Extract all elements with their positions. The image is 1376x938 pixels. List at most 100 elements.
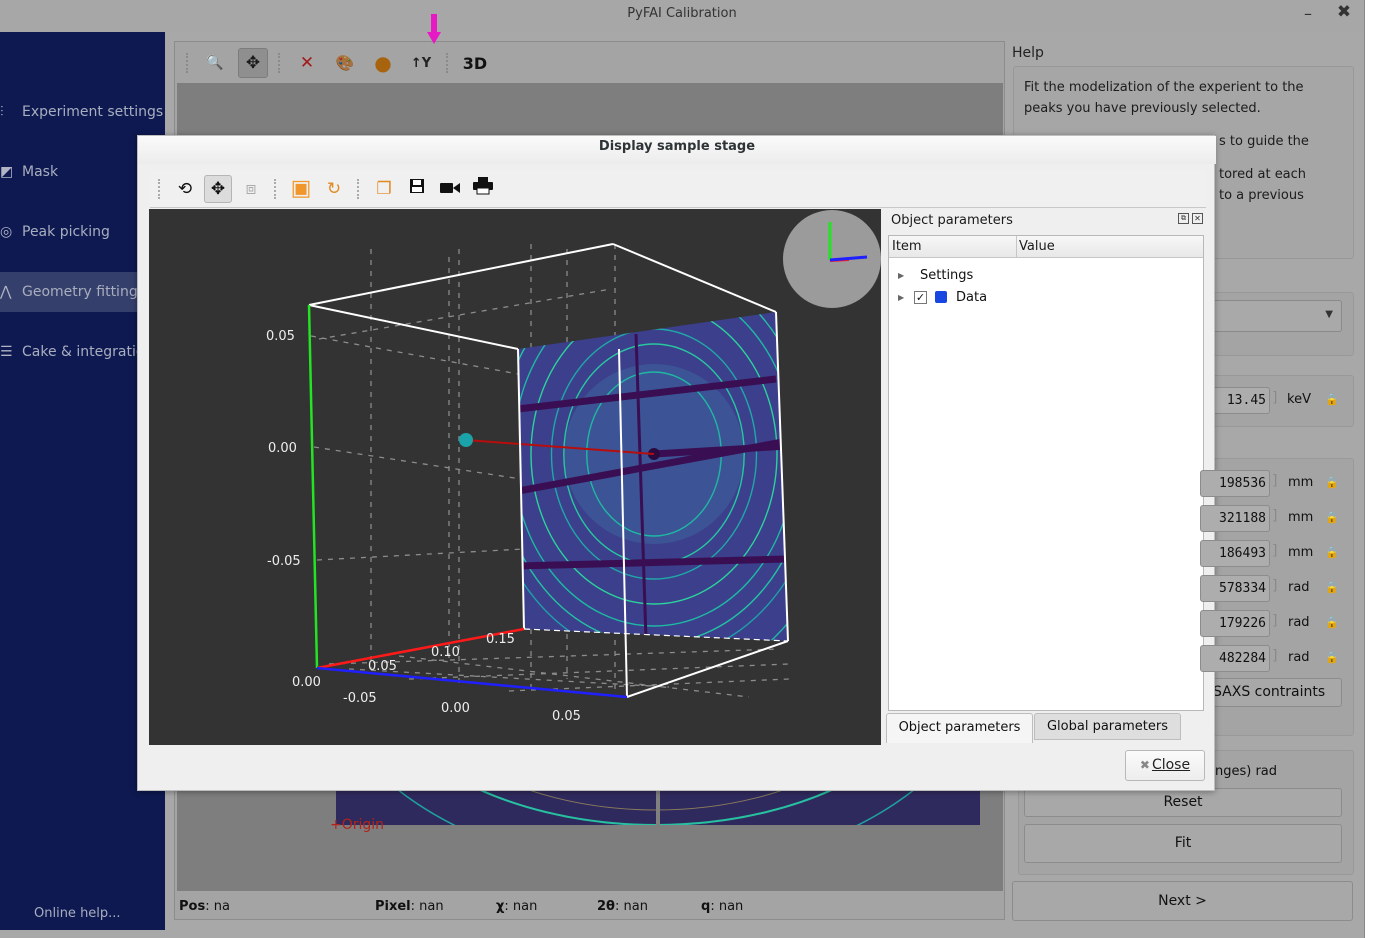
save-button[interactable] bbox=[403, 175, 431, 203]
tree-row-settings[interactable]: ▶ Settings bbox=[889, 264, 1203, 286]
tree-row-data[interactable]: ▶ ✓ Data bbox=[889, 286, 1203, 308]
geometry-param-field[interactable]: 482284 bbox=[1200, 645, 1270, 672]
fit-button[interactable]: Fit bbox=[1024, 824, 1342, 863]
zoom-button[interactable]: 🔍 bbox=[200, 48, 230, 78]
rotate-button[interactable]: ⟲ bbox=[171, 175, 199, 203]
geometry-param-field[interactable]: 578334 bbox=[1200, 575, 1270, 602]
object-parameters-panel: Object parameters ⧉ ✕ Item Value ▶ Setti… bbox=[886, 209, 1206, 745]
help-text-line: peaks you have previously selected. bbox=[1024, 101, 1261, 116]
expand-icon[interactable]: ▶ bbox=[898, 293, 906, 302]
toolbar-grip[interactable] bbox=[158, 178, 162, 199]
tab-object-parameters[interactable]: Object parameters bbox=[886, 713, 1033, 743]
close-label: Close bbox=[1151, 757, 1191, 773]
copy-button[interactable]: ❐ bbox=[370, 175, 398, 203]
close-panel-icon[interactable]: ✕ bbox=[1192, 213, 1203, 224]
geometry-param-unit: mm bbox=[1288, 545, 1314, 560]
sample-stage-dialog: Display sample stage ⟲ ✥ ⧈ ▣ ↻ ❐ 0.05 0.0… bbox=[137, 135, 1216, 791]
minimize-button[interactable]: – bbox=[1298, 4, 1318, 24]
online-help-link[interactable]: Online help... bbox=[34, 906, 121, 921]
column-separator[interactable] bbox=[1016, 236, 1017, 258]
sidebar-item-experiment-settings[interactable]: ⫶ Experiment settings bbox=[0, 92, 165, 132]
video-button[interactable] bbox=[436, 175, 464, 203]
cube-icon bbox=[935, 291, 947, 303]
tab-global-parameters[interactable]: Global parameters bbox=[1034, 713, 1181, 740]
geometry-param-field[interactable]: 179226 bbox=[1200, 610, 1270, 637]
lock-icon[interactable]: 🔒 bbox=[1325, 581, 1339, 594]
energy-unit: keV bbox=[1287, 392, 1311, 407]
y-axis bbox=[307, 304, 319, 669]
print-button[interactable] bbox=[469, 175, 497, 203]
sidebar-item-label: Experiment settings bbox=[22, 104, 164, 120]
pan-button[interactable]: ✥ bbox=[238, 48, 268, 78]
close-icon: ✖ bbox=[1139, 758, 1150, 772]
lock-icon[interactable]: 🔒 bbox=[1325, 546, 1339, 559]
field-bracket: ] bbox=[1272, 578, 1278, 594]
plane-slice-button[interactable]: ⧈ bbox=[237, 175, 265, 203]
float-panel-icon[interactable]: ⧉ bbox=[1178, 213, 1189, 224]
pan-icon: ✥ bbox=[245, 53, 261, 73]
marker-color-button[interactable]: ● bbox=[368, 48, 398, 78]
toolbar-grip[interactable] bbox=[278, 53, 282, 73]
pan-icon: ✥ bbox=[210, 178, 226, 199]
tree-row-label: Data bbox=[956, 289, 988, 305]
visibility-checkbox[interactable]: ✓ bbox=[914, 290, 927, 304]
video-icon bbox=[440, 179, 460, 199]
colormap-button[interactable]: 🎨 bbox=[330, 48, 360, 78]
geometry-param-field[interactable]: 198536 bbox=[1200, 470, 1270, 497]
field-bracket: ] bbox=[1272, 390, 1278, 406]
window-close-button[interactable]: ✖ bbox=[1334, 2, 1354, 24]
z-tick-label: 0.00 bbox=[441, 701, 470, 716]
geometry-param-field[interactable]: 321188 bbox=[1200, 505, 1270, 532]
field-bracket: ] bbox=[1272, 508, 1278, 524]
tree-row-label: Settings bbox=[920, 267, 974, 283]
geometry-param-field[interactable]: 186493 bbox=[1200, 540, 1270, 567]
column-header-item[interactable]: Item bbox=[892, 239, 922, 254]
clear-button[interactable]: ✕ bbox=[292, 48, 322, 78]
saxs-constraints-button[interactable]: SAXS contraints bbox=[1200, 678, 1342, 707]
grid-line bbox=[313, 446, 522, 480]
toolbar-grip[interactable] bbox=[446, 53, 450, 73]
print-icon bbox=[473, 177, 493, 200]
lock-icon[interactable]: 🔒 bbox=[1325, 476, 1339, 489]
rotate-scene-button[interactable]: ↻ bbox=[320, 175, 348, 203]
y-axis-button[interactable]: ↑Y bbox=[406, 48, 436, 78]
3d-button[interactable]: 3D bbox=[460, 48, 490, 78]
expand-icon[interactable]: ▶ bbox=[898, 271, 906, 280]
next-button[interactable]: Next > bbox=[1012, 881, 1353, 921]
reset-button[interactable]: Reset bbox=[1024, 788, 1342, 817]
sidebar-item-label: Geometry fitting bbox=[22, 284, 138, 300]
close-icon: ✖ bbox=[1336, 2, 1352, 22]
detector-combo[interactable]: ▼ bbox=[1200, 300, 1342, 332]
lock-icon[interactable]: 🔒 bbox=[1325, 393, 1339, 406]
status-pos: Pos: na bbox=[179, 899, 230, 914]
parameter-tree: Item Value ▶ Settings ▶ ✓ Data bbox=[888, 235, 1204, 711]
field-bracket: ] bbox=[1272, 613, 1278, 629]
3d-viewport[interactable]: 0.05 0.00 -0.05 0.00 0.05 0.10 0.15 -0.05 0.00 0.… bbox=[149, 209, 881, 745]
colormap-icon: 🎨 bbox=[335, 54, 355, 72]
dialog-toolbar: ⟲ ✥ ⧈ ▣ ↻ ❐ bbox=[150, 170, 1206, 208]
toolbar-grip[interactable] bbox=[274, 178, 278, 199]
cube-edge bbox=[612, 243, 777, 313]
panel-title: Object parameters bbox=[891, 213, 1013, 228]
toolbar-grip[interactable] bbox=[357, 178, 361, 199]
lock-icon[interactable]: 🔒 bbox=[1325, 651, 1339, 664]
field-bracket: ] bbox=[1272, 648, 1278, 664]
help-text-line: Fit the modelization of the experient to… bbox=[1024, 80, 1304, 95]
grid-line bbox=[348, 668, 670, 688]
pan-button[interactable]: ✥ bbox=[204, 174, 232, 203]
detector-gap bbox=[656, 790, 660, 825]
help-label: Help bbox=[1012, 45, 1044, 61]
lock-icon[interactable]: 🔒 bbox=[1325, 511, 1339, 524]
plane-slice-icon: ⧈ bbox=[245, 178, 257, 199]
column-header-value[interactable]: Value bbox=[1019, 239, 1055, 254]
window-border bbox=[1364, 0, 1376, 938]
lock-icon[interactable]: 🔒 bbox=[1325, 616, 1339, 629]
origin-label: Origin bbox=[341, 817, 385, 833]
close-button[interactable]: ✖ Close bbox=[1125, 750, 1205, 781]
sidebar-item-label: Cake & integration bbox=[22, 344, 154, 360]
peak-curve-icon: ⋀ bbox=[0, 284, 12, 300]
z-tick-label: -0.05 bbox=[343, 691, 377, 706]
cube-view-button[interactable]: ▣ bbox=[287, 175, 315, 203]
x-tick-label: 0.10 bbox=[431, 645, 460, 660]
toolbar-grip[interactable] bbox=[186, 53, 190, 73]
